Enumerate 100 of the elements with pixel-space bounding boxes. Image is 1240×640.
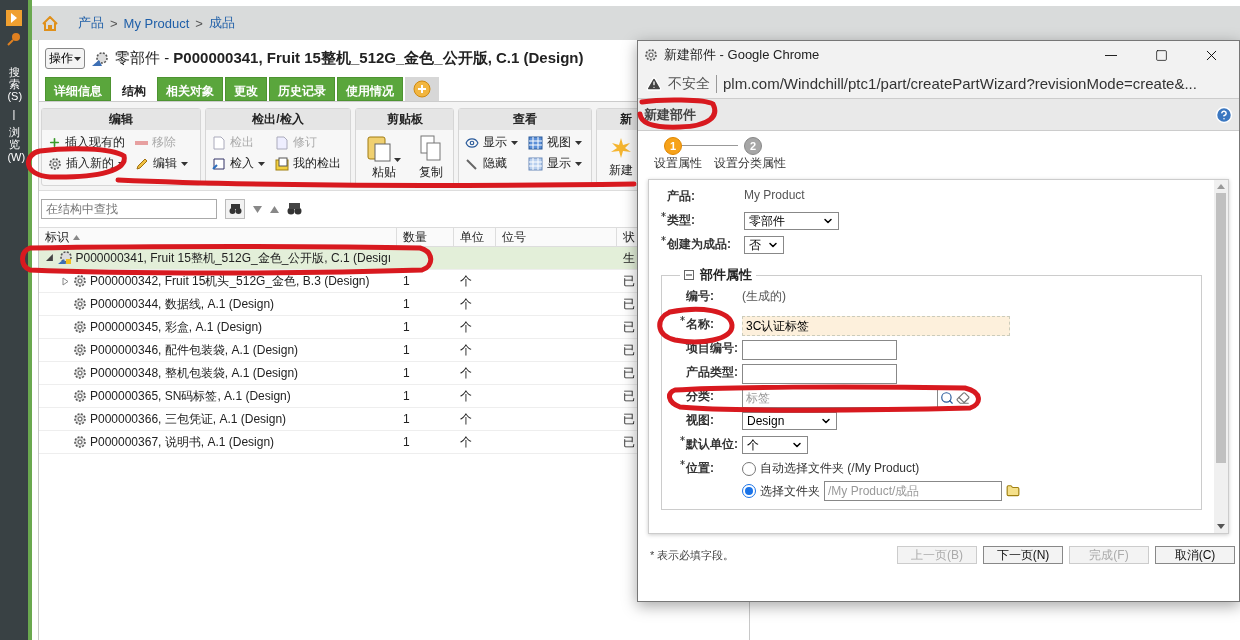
- step-connector: [682, 145, 738, 147]
- toolbar-button[interactable]: 插入现有的: [48, 134, 125, 151]
- step-label[interactable]: 设置属性: [654, 155, 702, 172]
- add-icon: [413, 80, 431, 98]
- gear-icon: [48, 156, 62, 171]
- gear-icon: [73, 343, 87, 357]
- toolbar-button[interactable]: 隐藏: [465, 155, 518, 172]
- field-label: 类型:: [661, 212, 695, 229]
- breadcrumb-link[interactable]: 成品: [208, 14, 235, 32]
- check-in-icon: [212, 156, 226, 171]
- group-title: 剪贴板: [356, 109, 453, 130]
- dialog-button[interactable]: 下一页(N): [983, 546, 1063, 564]
- toolbar-button[interactable]: 我的检出: [275, 155, 341, 172]
- group-title: 查看: [459, 109, 591, 130]
- table-cell: P000000346, 配件包装袋, A.1 (Design): [90, 341, 299, 359]
- minimize-icon: [1105, 54, 1117, 56]
- security-label: 不安全: [668, 74, 717, 93]
- radio-button[interactable]: [742, 484, 756, 498]
- radio-label: 选择文件夹: [760, 482, 820, 500]
- folder-icon: [275, 156, 289, 171]
- gear-icon: [73, 389, 87, 403]
- toolbar-button[interactable]: 显示: [528, 155, 582, 172]
- table-cell: P000000345, 彩盒, A.1 (Design): [90, 318, 263, 336]
- select-field[interactable]: 个: [742, 436, 808, 454]
- caret-icon: [74, 56, 81, 61]
- toolbar-button[interactable]: 视图: [528, 134, 582, 151]
- separator-text: |: [11, 108, 17, 121]
- app-icon: [644, 48, 658, 62]
- gear-icon: [73, 412, 87, 426]
- toolbar-button[interactable]: 新建: [603, 134, 639, 179]
- toolbar-button[interactable]: 插入新的: [48, 155, 125, 172]
- search-icon[interactable]: [940, 391, 954, 405]
- field-label: 名称:: [680, 316, 714, 333]
- select-field[interactable]: 零部件: [744, 212, 839, 230]
- sort-icon: [73, 234, 80, 240]
- eraser-icon[interactable]: [956, 391, 970, 405]
- breadcrumb-separator: >: [110, 15, 118, 31]
- toolbar-button[interactable]: 粘贴: [362, 134, 405, 181]
- up-arrow-icon: [1217, 184, 1225, 189]
- select-field[interactable]: 否: [744, 236, 784, 254]
- input-field[interactable]: /My Product/成品: [824, 481, 1002, 501]
- table-cell: P000000365, SN码标签, A.1 (Design): [90, 387, 291, 405]
- plus-icon: [48, 136, 61, 149]
- pin-icon[interactable]: [7, 32, 21, 46]
- toolbar-button[interactable]: 检入: [212, 155, 265, 172]
- field-label: 视图:: [685, 412, 714, 429]
- part-icon: [91, 50, 109, 67]
- copy-icon: [419, 134, 443, 162]
- sidebar-tab[interactable]: 搜索(S): [7, 66, 21, 103]
- radio-label: 自动选择文件夹 (/My Product): [760, 460, 920, 477]
- actions-button[interactable]: 操作: [45, 48, 85, 69]
- binoculars-icon: [228, 203, 242, 215]
- table-cell: P000000341, Fruit 15整机_512G_金色_公开版, C.1 (Desigı: [75, 249, 391, 267]
- field-label: 产品类型:: [685, 364, 738, 381]
- field-label: 产品:: [666, 188, 695, 205]
- page-title: 零部件 - P000000341, Fruit 15整机_512G_金色_公开版, C.1 (Design): [115, 49, 584, 68]
- table-cell: P000000342, Fruit 15机头_512G_金色, B.3 (Design): [90, 272, 370, 290]
- add-tab[interactable]: [405, 77, 439, 101]
- document-icon: [212, 135, 226, 150]
- toolbar-button[interactable]: 显示: [465, 134, 518, 151]
- expand-icon[interactable]: [6, 10, 22, 26]
- column-header[interactable]: 位号: [496, 227, 617, 247]
- search-field[interactable]: 在结构中查找: [41, 199, 217, 219]
- down-arrow-icon[interactable]: [253, 205, 262, 213]
- scrollbar[interactable]: [1214, 180, 1228, 533]
- select-field[interactable]: Design: [742, 412, 837, 430]
- window-title: 新建部件 - Google Chrome: [664, 46, 821, 64]
- gear-icon: [73, 320, 87, 334]
- maximize-icon: [1154, 48, 1168, 62]
- expanded-icon[interactable]: [45, 253, 54, 263]
- column-header[interactable]: 单位: [454, 227, 496, 247]
- table-cell: P000000367, 说明书, A.1 (Design): [90, 433, 275, 451]
- footnote: * 表示必填字段。: [650, 547, 735, 563]
- breadcrumb-link[interactable]: 产品: [78, 14, 104, 32]
- minus-icon: [135, 139, 148, 146]
- grid-icon: [528, 156, 543, 171]
- find-button[interactable]: [225, 199, 245, 219]
- collapsed-icon[interactable]: [61, 276, 70, 286]
- down-arrow-icon: [1217, 524, 1225, 529]
- step-label[interactable]: 设置分类属性: [714, 155, 786, 172]
- breadcrumb-link[interactable]: My Product: [123, 15, 190, 31]
- gear-icon: [73, 274, 87, 288]
- radio-button[interactable]: [742, 461, 756, 476]
- toolbar-button[interactable]: 复制: [415, 134, 447, 181]
- folder-icon[interactable]: [1006, 484, 1020, 498]
- table-cell: P000000366, 三包凭证, A.1 (Design): [90, 410, 287, 428]
- input-field[interactable]: [742, 364, 897, 384]
- up-arrow-icon[interactable]: [270, 205, 279, 213]
- input-field[interactable]: [742, 340, 897, 360]
- dialog-button[interactable]: 取消(C): [1155, 546, 1235, 564]
- column-header[interactable]: 数量: [397, 227, 454, 247]
- address-field[interactable]: plm.com/Windchill/ptc1/part/createPartWizard?revisionMode=create&...: [723, 75, 1197, 92]
- collapse-toggle[interactable]: [684, 270, 694, 280]
- gear-icon: [73, 366, 87, 380]
- gear-icon: [73, 297, 87, 311]
- column-header[interactable]: 标识: [39, 227, 397, 247]
- input-field[interactable]: 3C认证标签: [742, 316, 1010, 336]
- help-icon[interactable]: [1215, 105, 1233, 124]
- binoculars-icon[interactable]: [287, 202, 303, 216]
- toolbar-button[interactable]: 编辑: [135, 155, 188, 172]
